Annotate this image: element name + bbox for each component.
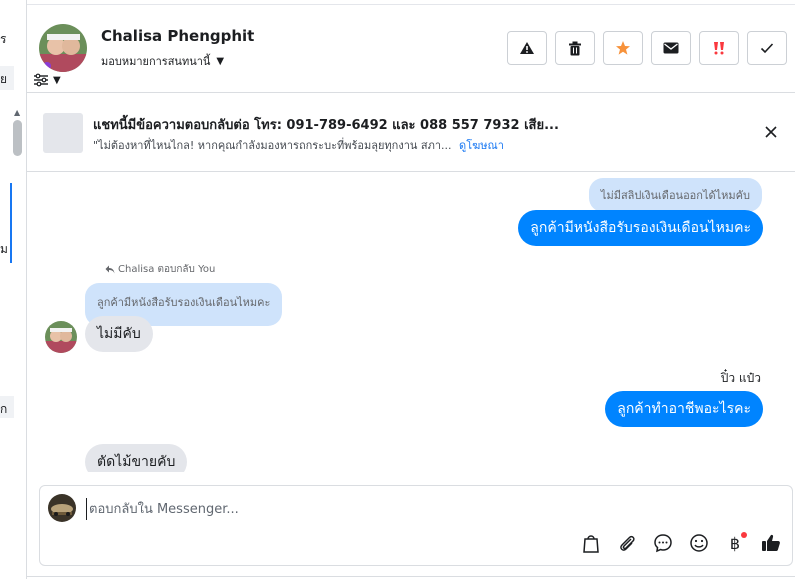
saved-replies-button[interactable]	[650, 530, 676, 556]
page-avatar-photo	[48, 494, 76, 522]
avatar[interactable]	[39, 24, 87, 72]
page-avatar	[48, 494, 76, 522]
close-icon	[765, 126, 777, 138]
shopping-bag-icon	[583, 535, 599, 553]
smiley-icon	[690, 534, 708, 552]
outgoing-message[interactable]: ลูกค้าทำอาชีพอะไรคะ	[605, 391, 763, 427]
conversation-list-scrollbar[interactable]	[13, 120, 22, 156]
sender-name: ปิ๋ว แป๋ว	[720, 371, 761, 385]
chevron-down-icon: ▼	[216, 55, 225, 67]
conversation-actions	[507, 31, 787, 65]
trash-icon	[569, 41, 581, 55]
avatar[interactable]	[45, 321, 77, 353]
chat-bubble-icon	[654, 534, 672, 553]
ad-description: "ไม่ต้องหาที่ไหนไกล! หากคุณกำลังมองหารถก…	[93, 139, 452, 152]
mark-spam-button[interactable]	[699, 31, 739, 65]
ad-thumbnail[interactable]	[43, 113, 83, 153]
sliders-icon	[34, 73, 48, 87]
reply-indicator-text: Chalisa ตอบกลับ You	[118, 264, 216, 275]
incoming-message[interactable]: ไม่มีคับ	[85, 316, 153, 352]
shop-button[interactable]	[578, 530, 604, 556]
reply-indicator: Chalisa ตอบกลับ You	[105, 262, 215, 277]
list-fragment-text: ก	[0, 402, 8, 416]
conversation-header: Chalisa Phengphit มอบหมายการสนทนานี้ ▼ ▼	[27, 5, 795, 93]
chevron-down-icon: ▼	[53, 74, 61, 86]
message-thread[interactable]: ไม่มีสลิปเงินเดือนออกได้ไหมคับ ลูกค้ามีห…	[27, 172, 795, 472]
reply-arrow-icon	[105, 265, 115, 274]
attach-button[interactable]	[614, 530, 640, 556]
mark-done-button[interactable]	[747, 31, 787, 65]
avatar-photo	[39, 24, 87, 72]
mail-icon	[663, 42, 679, 54]
list-fragment-text: ม	[0, 242, 8, 256]
view-ad-link[interactable]: ดูโฆษณา	[459, 139, 504, 152]
quoted-message: ไม่มีสลิปเงินเดือนออกได้ไหมคับ	[588, 178, 762, 212]
messenger-inbox-screen: ร ย ▲ ม ก Chalisa Phengphit มอบหมายการสน…	[0, 0, 795, 579]
incoming-message[interactable]: ตัดไม้ขายคับ	[85, 444, 188, 472]
star-icon	[616, 41, 630, 55]
list-fragment-text: ย	[0, 72, 8, 86]
list-fragment-text: ร	[0, 32, 7, 46]
composer-toolbar: ฿	[578, 530, 784, 556]
spam-icon	[714, 42, 724, 55]
baht-icon: ฿	[729, 533, 741, 553]
reply-input[interactable]	[86, 498, 686, 520]
like-button[interactable]	[758, 530, 784, 556]
assign-conversation-dropdown[interactable]: มอบหมายการสนทนานี้ ▼	[101, 52, 224, 70]
emoji-button[interactable]	[686, 530, 712, 556]
divider	[27, 576, 795, 577]
paperclip-icon	[620, 535, 635, 551]
star-button[interactable]	[603, 31, 643, 65]
ad-title: แชทนี้มีข้อความตอบกลับต่อ โทร: 091-789-6…	[93, 118, 559, 133]
ad-context-banner: แชทนี้มีข้อความตอบกลับต่อ โทร: 091-789-6…	[27, 94, 795, 172]
assign-label: มอบหมายการสนทนานี้	[101, 55, 211, 68]
ad-subtitle: "ไม่ต้องหาที่ไหนไกล! หากคุณกำลังมองหารถก…	[93, 136, 504, 154]
payment-button[interactable]: ฿	[722, 530, 748, 556]
conversation-list-edge: ร ย ▲ ม ก	[0, 0, 27, 579]
notification-dot	[741, 532, 747, 538]
thumbs-up-icon	[762, 534, 780, 551]
delete-button[interactable]	[555, 31, 595, 65]
close-banner-button[interactable]	[763, 124, 779, 140]
filter-settings-button[interactable]: ▼	[33, 71, 67, 89]
outgoing-message[interactable]: ลูกค้ามีหนังสือรับรองเงินเดือนไหมคะ	[518, 210, 763, 246]
flag-warning-button[interactable]	[507, 31, 547, 65]
scroll-up-arrow-icon[interactable]: ▲	[14, 108, 20, 117]
selected-conversation-indicator	[10, 183, 12, 263]
conversation-pane: Chalisa Phengphit มอบหมายการสนทนานี้ ▼ ▼	[27, 0, 795, 579]
mark-unread-button[interactable]	[651, 31, 691, 65]
check-icon	[760, 43, 774, 54]
warning-icon	[520, 42, 534, 54]
avatar-photo	[45, 321, 77, 353]
contact-name[interactable]: Chalisa Phengphit	[101, 27, 254, 45]
reply-composer: ฿	[39, 485, 793, 566]
